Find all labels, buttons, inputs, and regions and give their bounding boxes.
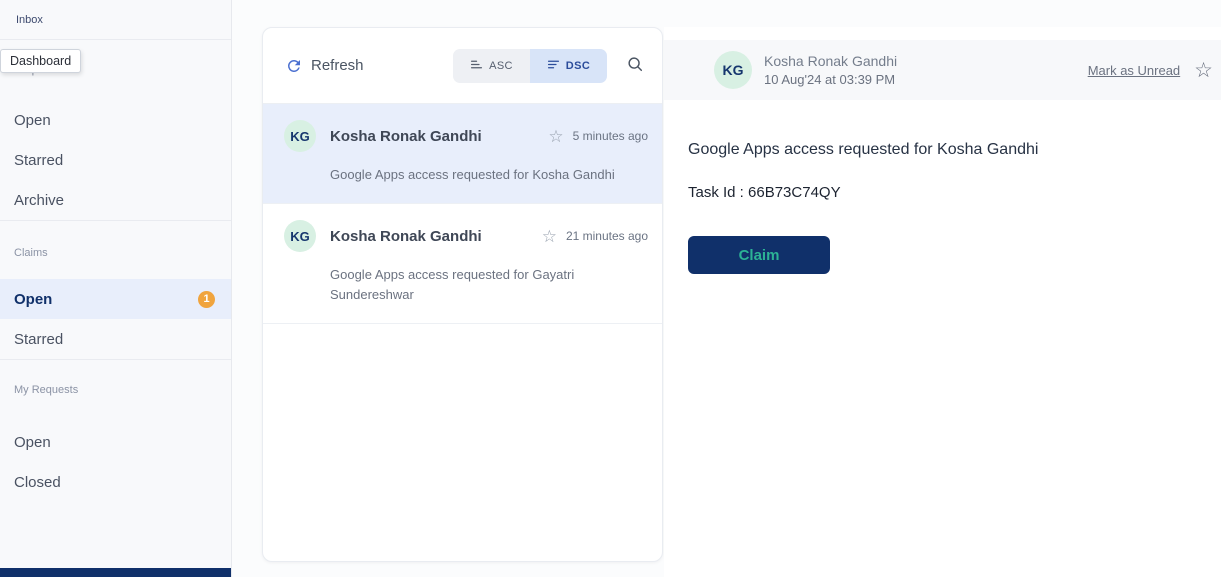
detail-sender-block: Kosha Ronak Gandhi 10 Aug'24 at 03:39 PM	[764, 53, 897, 87]
message-subtitle: Google Apps access requested for Kosha G…	[330, 165, 635, 185]
sidebar-title: Inbox	[0, 0, 231, 40]
star-icon[interactable]: ☆	[542, 228, 557, 245]
detail-actions: Mark as Unread ☆	[1088, 60, 1213, 81]
message-detail-panel: KG Kosha Ronak Gandhi 10 Aug'24 at 03:39…	[664, 27, 1221, 577]
message-time: 21 minutes ago	[566, 229, 648, 243]
claim-button[interactable]: Claim	[688, 236, 830, 274]
app-window: Inbox Requests Open Starred Archive Clai…	[0, 0, 1221, 577]
sidebar-section-claims: Claims Open 1 Starred	[0, 220, 231, 359]
detail-body: Google Apps access requested for Kosha G…	[664, 100, 1221, 274]
detail-sender-name: Kosha Ronak Gandhi	[764, 53, 897, 69]
sidebar-item-label: Open	[14, 291, 52, 308]
sidebar-item-requests-archive[interactable]: Archive	[0, 180, 231, 220]
message-subtitle: Google Apps access requested for Gayatri…	[330, 265, 635, 305]
search-button[interactable]	[626, 55, 644, 76]
sidebar-item-myrequests-open[interactable]: Open	[0, 422, 231, 462]
sidebar-item-requests-starred[interactable]: Starred	[0, 140, 231, 180]
sidebar: Inbox Requests Open Starred Archive Clai…	[0, 0, 232, 577]
sort-toggle: ASC DSC	[453, 49, 607, 83]
sidebar-item-label: Archive	[14, 192, 64, 209]
detail-header: KG Kosha Ronak Gandhi 10 Aug'24 at 03:39…	[664, 40, 1221, 100]
task-id: Task Id : 66B73C74QY	[688, 184, 1197, 201]
search-icon	[626, 55, 644, 76]
sender-name: Kosha Ronak Gandhi	[330, 128, 482, 145]
message-list-item[interactable]: KG Kosha Ronak Gandhi ☆ 21 minutes ago G…	[263, 204, 662, 324]
sidebar-item-label: Starred	[14, 152, 63, 169]
detail-timestamp: 10 Aug'24 at 03:39 PM	[764, 72, 897, 87]
refresh-button[interactable]: Refresh	[285, 57, 364, 75]
message-row: KG Kosha Ronak Gandhi ☆ 21 minutes ago	[284, 220, 648, 252]
sort-dsc-icon	[547, 58, 560, 74]
sidebar-item-myrequests-closed[interactable]: Closed	[0, 462, 231, 502]
sidebar-item-label: Starred	[14, 331, 63, 348]
refresh-icon	[285, 57, 303, 75]
section-label-claims: Claims	[14, 247, 217, 259]
avatar: KG	[284, 220, 316, 252]
sort-asc-icon	[470, 58, 483, 74]
sort-asc-label: ASC	[489, 60, 513, 72]
message-meta: ☆ 5 minutes ago	[548, 128, 648, 145]
list-toolbar: Refresh ASC DSC	[263, 28, 662, 104]
sidebar-item-label: Open	[14, 434, 51, 451]
avatar: KG	[714, 51, 752, 89]
message-row: KG Kosha Ronak Gandhi ☆ 5 minutes ago	[284, 120, 648, 152]
mark-as-unread-link[interactable]: Mark as Unread	[1088, 63, 1180, 78]
message-meta: ☆ 21 minutes ago	[542, 228, 648, 245]
message-list-panel: Refresh ASC DSC	[262, 27, 663, 562]
star-icon[interactable]: ☆	[548, 128, 563, 145]
sidebar-bottom-bar	[0, 568, 231, 577]
dashboard-tooltip: Dashboard	[0, 49, 81, 73]
refresh-label: Refresh	[311, 57, 364, 74]
sidebar-item-requests-open[interactable]: Open	[0, 100, 231, 140]
sender-name: Kosha Ronak Gandhi	[330, 228, 482, 245]
sidebar-item-label: Closed	[14, 474, 61, 491]
sidebar-section-my-requests: My Requests Open Closed	[0, 359, 231, 502]
section-label-my-requests: My Requests	[14, 384, 217, 396]
avatar: KG	[284, 120, 316, 152]
sidebar-item-claims-starred[interactable]: Starred	[0, 319, 231, 359]
message-list-item[interactable]: KG Kosha Ronak Gandhi ☆ 5 minutes ago Go…	[263, 104, 662, 204]
message-time: 5 minutes ago	[573, 129, 648, 143]
star-icon[interactable]: ☆	[1194, 60, 1213, 81]
sort-dsc-button[interactable]: DSC	[530, 49, 607, 83]
unread-count-badge: 1	[198, 291, 215, 308]
message-subject: Google Apps access requested for Kosha G…	[688, 141, 1197, 159]
sort-asc-button[interactable]: ASC	[453, 49, 530, 83]
sort-dsc-label: DSC	[566, 60, 590, 72]
sidebar-item-label: Open	[14, 112, 51, 129]
sidebar-item-claims-open[interactable]: Open 1	[0, 279, 231, 319]
